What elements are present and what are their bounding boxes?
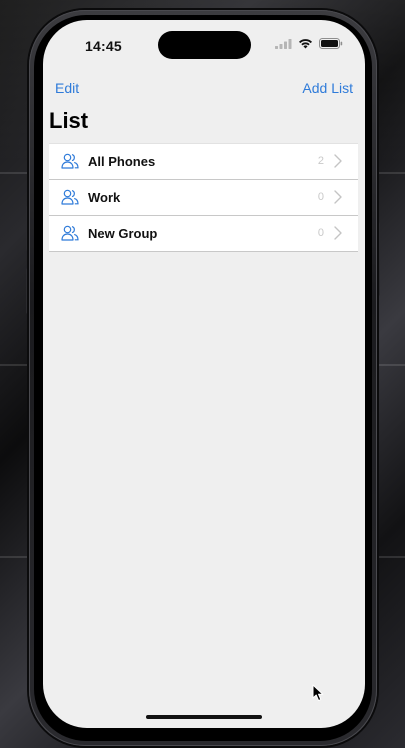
cellular-signal-icon	[275, 39, 292, 49]
list-item[interactable]: New Group 0	[49, 216, 358, 252]
edit-button[interactable]: Edit	[55, 80, 79, 96]
list-item-label: New Group	[88, 226, 158, 241]
list-item-label: All Phones	[88, 154, 156, 169]
add-list-button[interactable]: Add List	[302, 80, 353, 96]
page-title: List	[49, 108, 89, 133]
chevron-right-icon	[334, 190, 342, 204]
list-item[interactable]: All Phones 2	[49, 144, 358, 180]
list-item-count: 0	[317, 191, 324, 203]
wifi-icon	[299, 39, 312, 49]
list-item-count: 2	[317, 155, 324, 167]
phone-screen: 14:45 Edit Add List List All Phones 2 Wo…	[43, 20, 365, 728]
status-bar: 14:45	[43, 20, 365, 70]
mouse-cursor-icon	[312, 684, 324, 702]
navigation-bar: Edit Add List	[43, 78, 365, 100]
status-time: 14:45	[85, 38, 122, 54]
dynamic-island	[158, 31, 251, 59]
chevron-right-icon	[334, 226, 342, 240]
group-list: All Phones 2 Work 0 New Group 0	[49, 143, 358, 252]
list-item-label: Work	[88, 190, 121, 205]
home-indicator[interactable]	[146, 715, 262, 719]
chevron-right-icon	[334, 154, 342, 168]
list-item-count: 0	[317, 227, 324, 239]
people-icon	[61, 189, 79, 205]
status-icons	[275, 38, 343, 49]
battery-icon	[319, 38, 343, 49]
list-item[interactable]: Work 0	[49, 180, 358, 216]
people-icon	[61, 153, 79, 169]
people-icon	[61, 225, 79, 241]
